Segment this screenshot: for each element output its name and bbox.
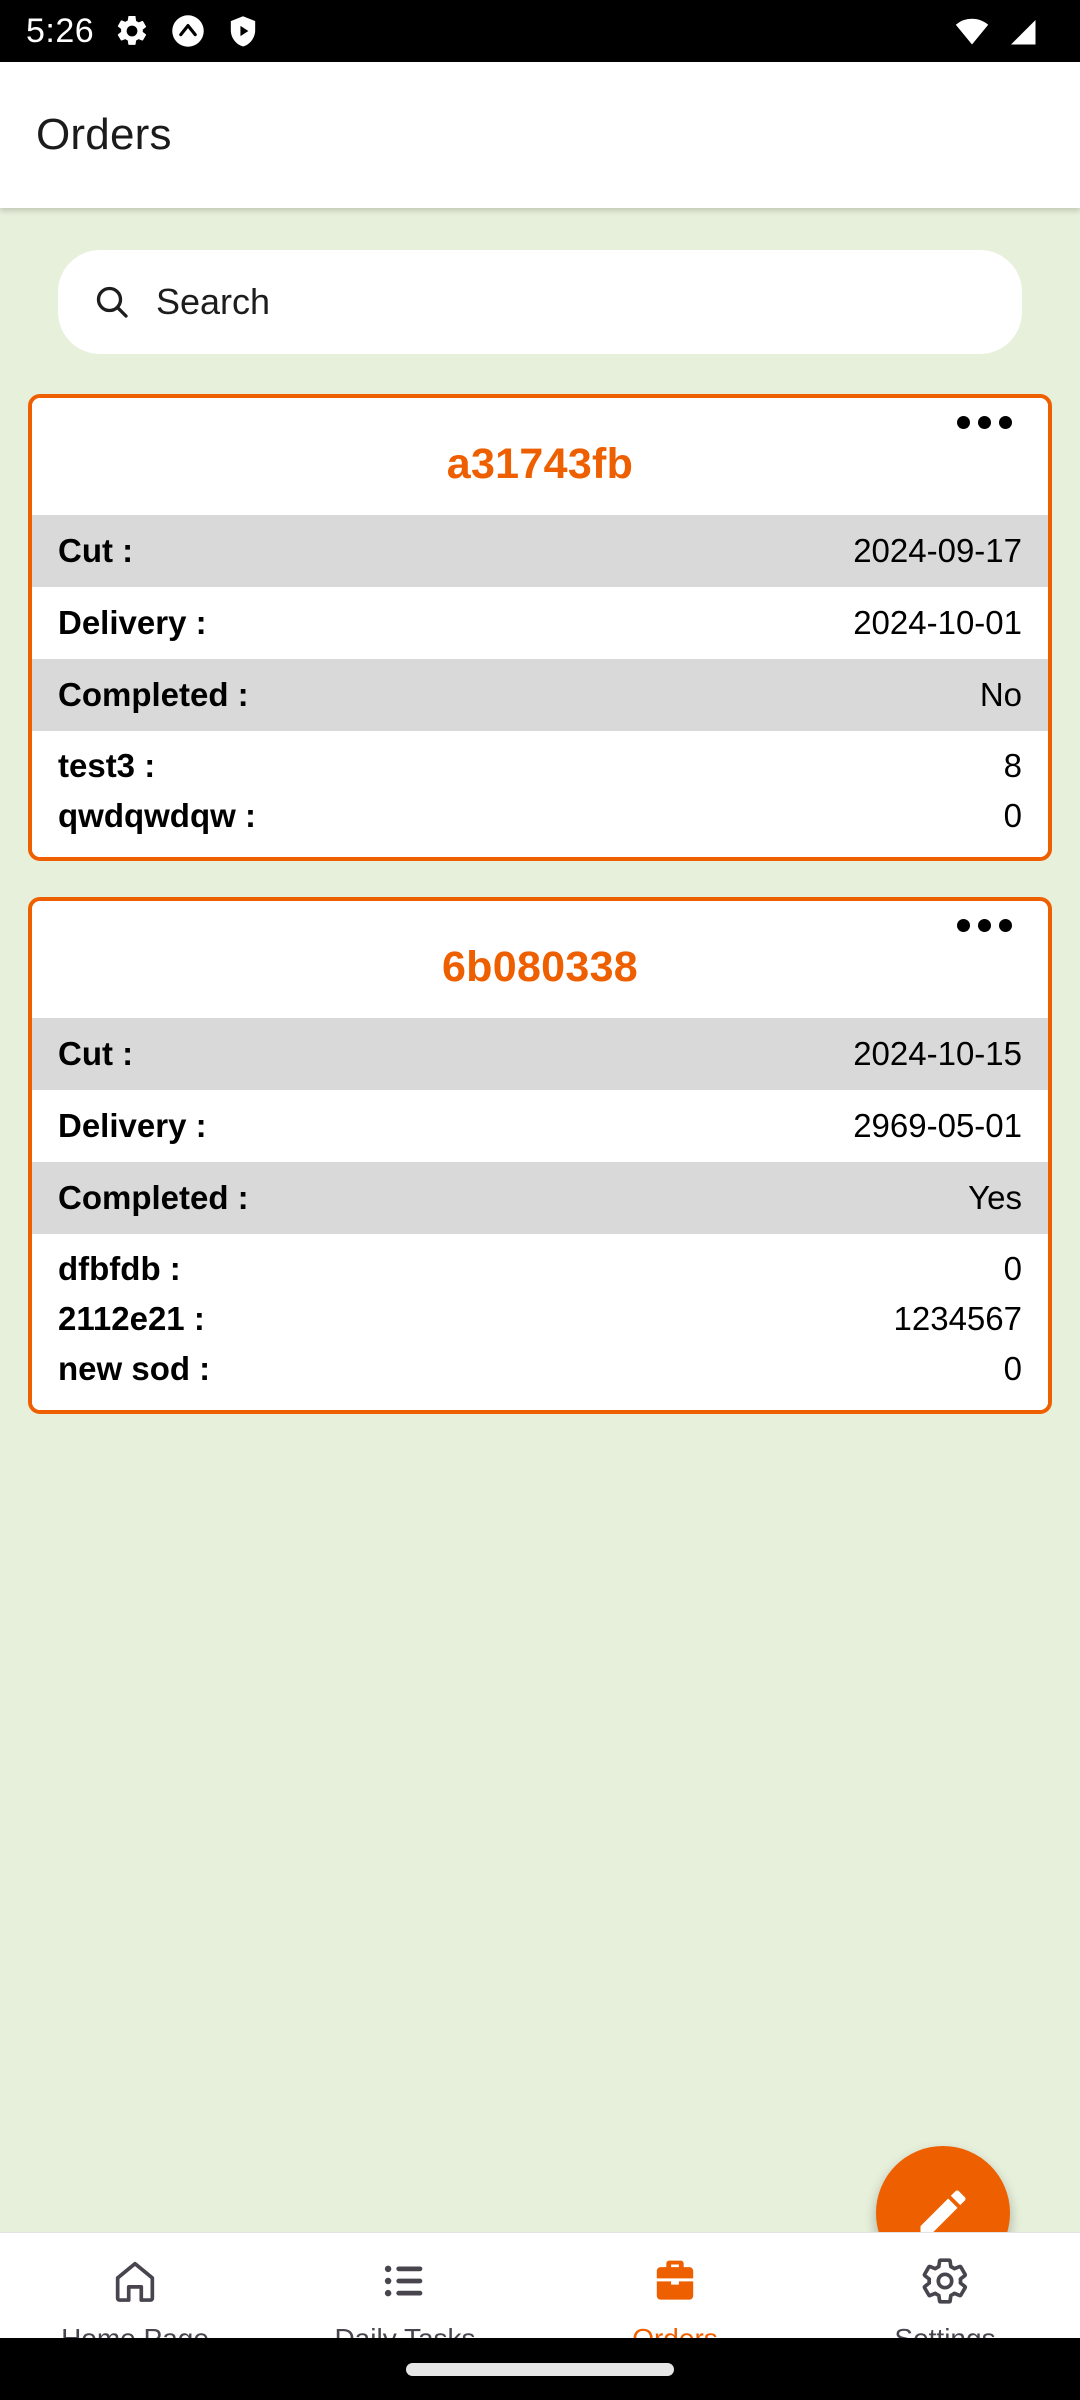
order-title: a31743fb — [446, 440, 634, 488]
order-meta-label: Delivery : — [58, 604, 207, 641]
order-meta-value: 2024-10-01 — [853, 604, 1022, 641]
order-items: test3 : 8 qwdqwdqw : 0 — [32, 731, 1048, 857]
order-meta-value: Yes — [968, 1179, 1022, 1216]
circle-chevron-up-icon — [170, 13, 206, 49]
order-item-row: new sod : 0 — [58, 1344, 1022, 1394]
order-item-row: 2112e21 : 1234567 — [58, 1294, 1022, 1344]
order-item-value: 0 — [1003, 797, 1022, 834]
cellular-signal-icon — [1004, 13, 1040, 49]
orders-list: a31743fb Cut : 2024-09-17 Delivery : 202… — [0, 354, 1080, 1414]
briefcase-icon — [649, 2255, 701, 2307]
order-card[interactable]: a31743fb Cut : 2024-09-17 Delivery : 202… — [28, 394, 1052, 861]
app-bar: Orders — [0, 62, 1080, 208]
status-bar: 5:26 — [0, 0, 1080, 62]
order-item-row: dfbfdb : 0 — [58, 1244, 1022, 1294]
order-meta-row: Completed : No — [32, 659, 1048, 731]
order-item-label: new sod : — [58, 1350, 211, 1387]
order-meta-value: 2024-10-15 — [853, 1035, 1022, 1072]
list-icon — [379, 2255, 431, 2307]
gear-icon — [114, 13, 150, 49]
page-title: Orders — [36, 110, 172, 159]
order-item-value: 8 — [1003, 747, 1022, 784]
order-card-header: 6b080338 — [32, 901, 1048, 1018]
order-meta-value: 2969-05-01 — [853, 1107, 1022, 1144]
order-item-value: 0 — [1003, 1250, 1022, 1287]
home-icon — [109, 2255, 161, 2307]
order-item-row: qwdqwdqw : 0 — [58, 791, 1022, 841]
status-bar-clock: 5:26 — [26, 11, 95, 50]
order-meta-label: Cut : — [58, 532, 134, 569]
order-item-value: 0 — [1003, 1350, 1022, 1387]
order-card-header: a31743fb — [32, 398, 1048, 515]
order-item-label: qwdqwdqw : — [58, 797, 256, 834]
gear-icon — [919, 2255, 971, 2307]
status-bar-right — [954, 13, 1054, 49]
order-item-label: test3 : — [58, 747, 156, 784]
order-meta-label: Completed : — [58, 1179, 249, 1216]
order-item-label: dfbfdb : — [58, 1250, 181, 1287]
order-meta-row: Completed : Yes — [32, 1162, 1048, 1234]
order-item-label: 2112e21 : — [58, 1300, 205, 1337]
order-meta-row: Cut : 2024-09-17 — [32, 515, 1048, 587]
search-section: Search — [0, 208, 1080, 354]
search-icon — [92, 282, 132, 322]
order-meta-value: No — [979, 676, 1022, 713]
content-area: Search a31743fb Cut : 2024-09-17 Deliver… — [0, 208, 1080, 2400]
gesture-pill[interactable] — [406, 2362, 674, 2376]
more-options-icon[interactable] — [957, 416, 1012, 429]
gesture-navigation-bar — [0, 2338, 1080, 2400]
order-meta-row: Delivery : 2024-10-01 — [32, 587, 1048, 659]
order-item-value: 1234567 — [893, 1300, 1022, 1337]
shield-play-icon — [226, 13, 260, 49]
more-options-icon[interactable] — [957, 919, 1012, 932]
status-bar-left: 5:26 — [26, 12, 260, 51]
order-item-row: test3 : 8 — [58, 741, 1022, 791]
order-meta-value: 2024-09-17 — [853, 532, 1022, 569]
order-title: 6b080338 — [441, 943, 639, 991]
search-input[interactable]: Search — [58, 250, 1022, 354]
order-meta-row: Delivery : 2969-05-01 — [32, 1090, 1048, 1162]
order-card[interactable]: 6b080338 Cut : 2024-10-15 Delivery : 296… — [28, 897, 1052, 1414]
order-meta-label: Delivery : — [58, 1107, 207, 1144]
order-meta-row: Cut : 2024-10-15 — [32, 1018, 1048, 1090]
order-meta-label: Cut : — [58, 1035, 134, 1072]
search-placeholder: Search — [156, 281, 271, 322]
wifi-icon — [954, 13, 990, 49]
order-meta-label: Completed : — [58, 676, 249, 713]
order-items: dfbfdb : 0 2112e21 : 1234567 new sod : 0 — [32, 1234, 1048, 1410]
